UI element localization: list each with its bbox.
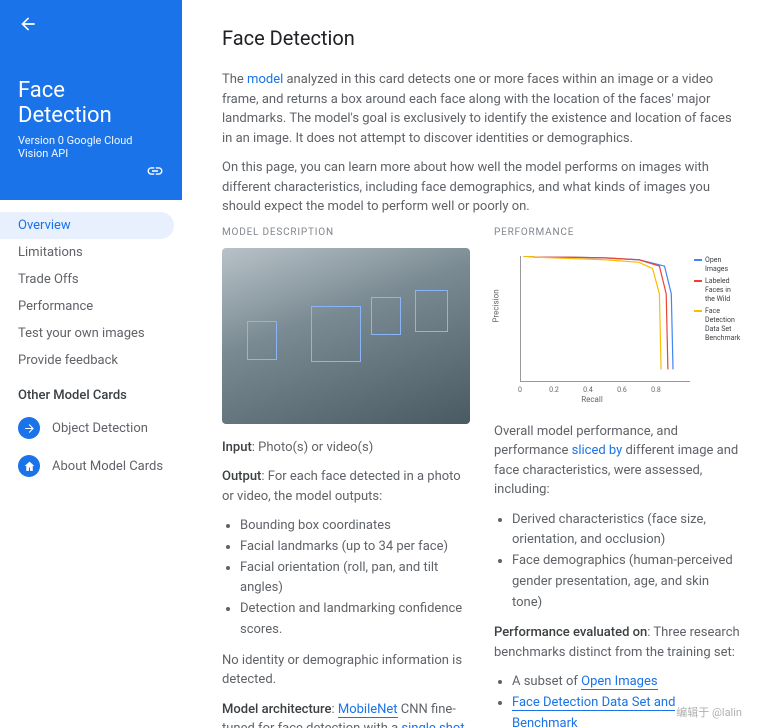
list-item: Facial orientation (roll, pan, and tilt … <box>240 558 470 600</box>
face-box <box>371 297 401 336</box>
intro-block: The model analyzed in this card detects … <box>222 70 742 217</box>
input-line: Input: Photo(s) or video(s) <box>222 438 470 458</box>
architecture-line: Model architecture: MobileNet CNN fine-t… <box>222 700 470 728</box>
face-box <box>247 321 277 360</box>
home-icon <box>18 455 40 477</box>
list-item: Face demographics (human-perceived gende… <box>512 551 742 613</box>
other-card-object-detection[interactable]: Object Detection <box>0 409 182 447</box>
nav-item-limitations[interactable]: Limitations <box>0 239 174 266</box>
hero-panel: Face Detection Version 0 Google Cloud Vi… <box>0 0 182 200</box>
sidebar: Face Detection Version 0 Google Cloud Vi… <box>0 0 182 728</box>
other-cards-header: Other Model Cards <box>0 374 182 409</box>
eval-on-line: Performance evaluated on: Three research… <box>494 623 742 662</box>
link-icon[interactable] <box>146 162 164 180</box>
chart-xlabel: Recall <box>494 395 690 404</box>
list-item: Derived characteristics (face size, orie… <box>512 510 742 552</box>
face-box <box>311 306 361 362</box>
arrow-icon <box>18 417 40 439</box>
nav-item-overview[interactable]: Overview <box>0 212 174 239</box>
chart-legend: Open Images Labeled Faces in the Wild Face… <box>694 256 742 347</box>
benchmark-link[interactable]: Face Detection Data Set and Benchmark <box>512 695 675 728</box>
other-cards-list: Object DetectionAbout Model Cards <box>0 409 182 485</box>
legend-entry: Labeled Faces in the Wild <box>694 277 742 304</box>
legend-entry: Open Images <box>694 256 742 274</box>
output-bullets: Bounding box coordinatesFacial landmarks… <box>222 516 470 641</box>
hero-title: Face Detection <box>18 78 164 128</box>
output-line: Output: For each face detected in a phot… <box>222 467 470 506</box>
face-box <box>415 290 447 332</box>
nav-item-performance[interactable]: Performance <box>0 293 174 320</box>
model-description-column: MODEL DESCRIPTION Input: Photo(s) or vid… <box>222 227 470 728</box>
no-identity-line: No identity or demographic information i… <box>222 651 470 690</box>
nav-item-test-your-own-images[interactable]: Test your own images <box>0 320 174 347</box>
list-item: Detection and landmarking confidence sco… <box>240 599 470 641</box>
intro-paragraph-1: The model analyzed in this card detects … <box>222 70 742 148</box>
chart-ylabel: Precision <box>492 289 501 322</box>
sliced-by-link[interactable]: sliced by <box>572 443 623 458</box>
model-link[interactable]: model <box>247 72 283 87</box>
benchmark-link[interactable]: Open Images <box>581 674 657 690</box>
pr-chart: Open Images Labeled Faces in the Wild Face… <box>494 248 742 408</box>
other-card-about-model-cards[interactable]: About Model Cards <box>0 447 182 485</box>
list-item: Facial landmarks (up to 34 per face) <box>240 537 470 558</box>
performance-heading: PERFORMANCE <box>494 227 742 238</box>
main-content: Face Detection The model analyzed in thi… <box>182 0 770 728</box>
model-description-heading: MODEL DESCRIPTION <box>222 227 470 238</box>
nav-item-trade-offs[interactable]: Trade Offs <box>0 266 174 293</box>
legend-entry: Face Detection Data Set Benchmark <box>694 307 742 343</box>
nav-list: OverviewLimitationsTrade OffsPerformance… <box>0 200 182 374</box>
chart-curves <box>520 256 690 382</box>
mobilenet-link[interactable]: MobileNet <box>338 702 398 718</box>
sample-image <box>222 248 470 424</box>
back-arrow-icon[interactable] <box>18 14 38 34</box>
list-item: Bounding box coordinates <box>240 516 470 537</box>
perf-characteristics-list: Derived characteristics (face size, orie… <box>494 510 742 614</box>
overall-perf-line: Overall model performance, and performan… <box>494 422 742 500</box>
list-item: A subset of Open Images <box>512 672 742 693</box>
performance-column: PERFORMANCE Open Images Labeled Faces in … <box>494 227 742 728</box>
page-title: Face Detection <box>222 26 742 50</box>
intro-paragraph-2: On this page, you can learn more about h… <box>222 158 742 217</box>
watermark: 编辑于 @lalin <box>676 704 742 720</box>
hero-subtitle: Version 0 Google Cloud Vision API <box>18 134 164 160</box>
nav-item-provide-feedback[interactable]: Provide feedback <box>0 347 174 374</box>
